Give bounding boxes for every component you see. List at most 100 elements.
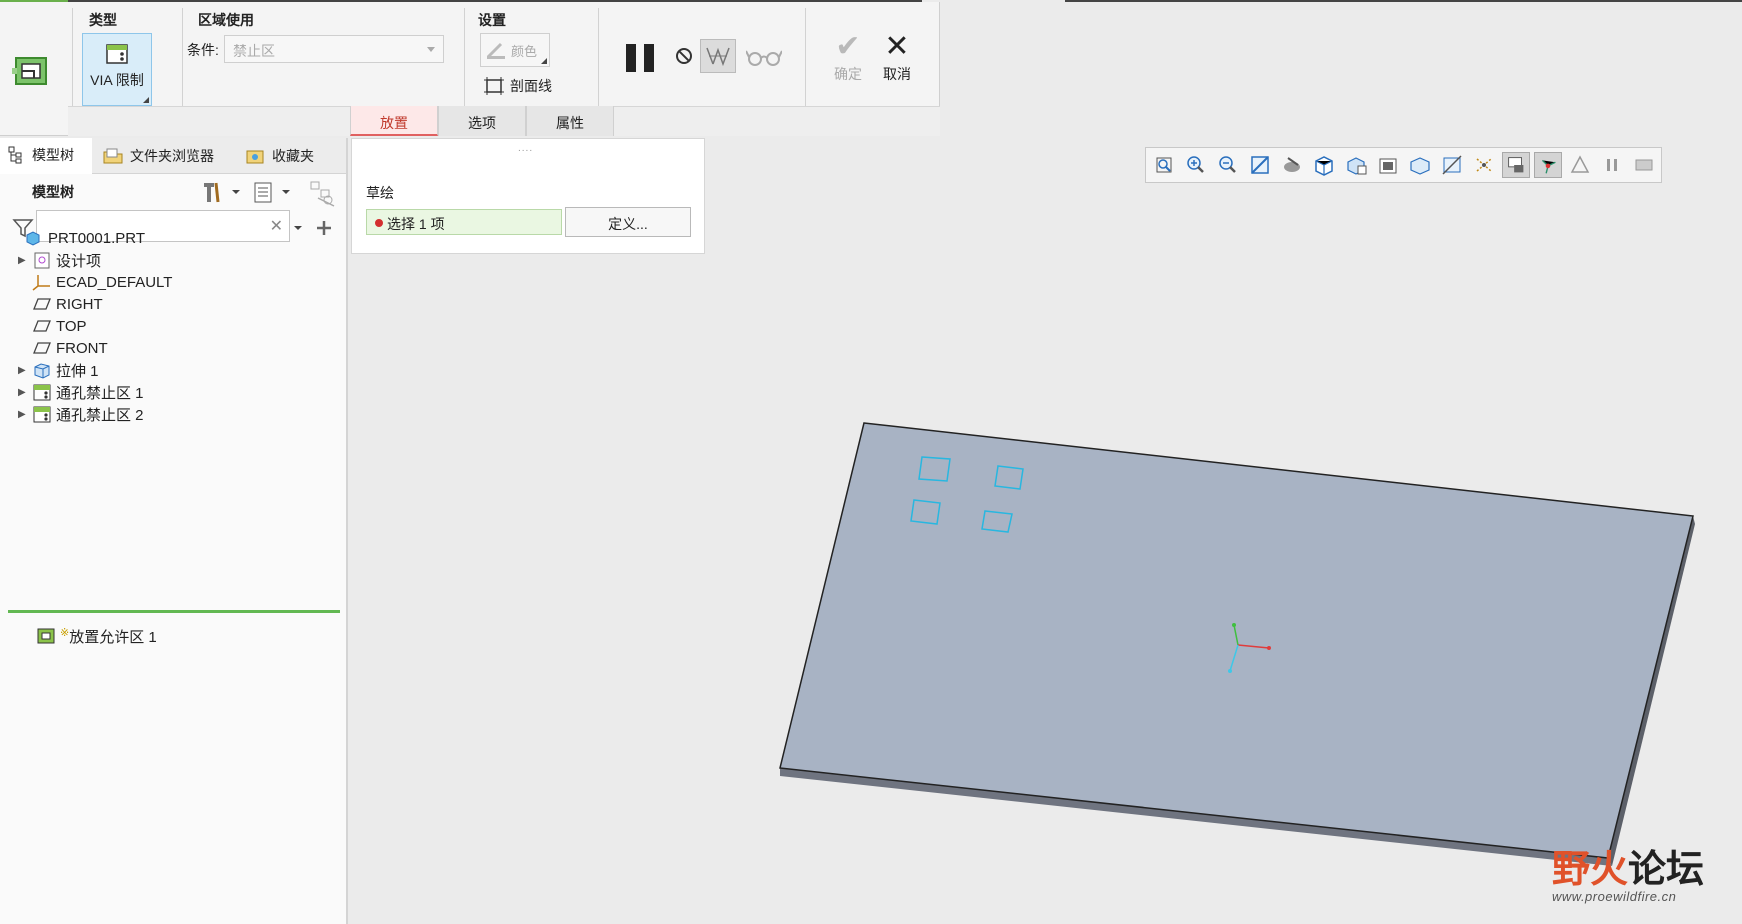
part-icon <box>24 229 44 247</box>
design-items-icon <box>32 251 52 269</box>
expand-arrow-icon[interactable]: ▶ <box>18 255 30 266</box>
navigator-panel: 模型树 文件夹浏览器 收藏夹 模型树 ✕ PRT0001.PRT ▶ 设计项 ECAD… <box>0 138 348 924</box>
render-icon[interactable] <box>1278 152 1306 178</box>
forum-watermark: 野火论坛 www.proewildfire.cn <box>1552 838 1704 904</box>
show-hide-icon[interactable] <box>308 180 338 208</box>
tree-item-label: RIGHT <box>56 295 103 313</box>
condition-select[interactable]: 禁止区 <box>224 35 444 63</box>
new-feature-row[interactable]: ※ 放置允许区 1 <box>20 624 157 648</box>
tree-settings-icon[interactable] <box>200 180 244 204</box>
new-feature-marker: ※ <box>60 626 70 639</box>
annotation-display-icon[interactable] <box>1502 152 1530 178</box>
perspective-icon[interactable] <box>1406 152 1434 178</box>
placement-panel: .... 草绘 选择 1 项 定义... <box>351 138 705 254</box>
via-keepout-icon <box>32 383 52 401</box>
glasses-icon[interactable] <box>746 48 782 66</box>
no-preview-icon[interactable] <box>676 48 692 64</box>
folder-browser-icon <box>103 148 123 164</box>
paint-brush-icon <box>486 42 505 59</box>
via-restriction-feature-icon <box>12 57 47 85</box>
condition-label: 条件: <box>187 42 219 58</box>
tree-item-label: 设计项 <box>56 252 102 270</box>
tab-favorites[interactable]: 收藏夹 <box>236 138 344 174</box>
datum-display-icon[interactable] <box>1470 152 1498 178</box>
define-button[interactable]: 定义... <box>565 207 691 237</box>
hidden-icon[interactable] <box>1630 152 1658 178</box>
csys-icon <box>32 273 52 291</box>
view-manager-icon[interactable] <box>1374 152 1402 178</box>
hatch-button[interactable]: 剖面线 <box>484 76 552 96</box>
cancel-button-label: 取消 <box>883 66 911 82</box>
add-icon[interactable] <box>314 218 334 238</box>
tab-placement[interactable]: 放置 <box>350 106 438 136</box>
insert-here-line[interactable] <box>8 610 340 613</box>
dropdown-corner-icon <box>143 97 149 103</box>
pause-animation-icon[interactable] <box>1598 152 1626 178</box>
tree-item[interactable]: ▶ 通孔禁止区 1 <box>0 380 144 404</box>
area-group-title: 区域使用 <box>198 12 254 28</box>
type-group-title: 类型 <box>89 12 117 28</box>
spin-center-icon[interactable] <box>1534 152 1562 178</box>
tab-folder-browser[interactable]: 文件夹浏览器 <box>94 138 234 174</box>
via-keepout-icon <box>106 44 128 64</box>
section-icon[interactable] <box>1438 152 1466 178</box>
display-style-icon[interactable] <box>1310 152 1338 178</box>
new-feature-label: 放置允许区 1 <box>69 628 157 646</box>
tab-model-tree[interactable]: 模型树 <box>0 138 92 174</box>
geometry-preview-icon <box>706 47 730 67</box>
tree-item[interactable]: FRONT <box>0 336 108 360</box>
tree-item[interactable]: ▶ 设计项 <box>0 248 101 272</box>
chevron-down-icon[interactable] <box>292 222 304 234</box>
tree-item-label: 拉伸 1 <box>56 362 99 380</box>
expand-arrow-icon[interactable]: ▶ <box>18 387 30 398</box>
top-progress-line-2 <box>1065 0 1742 2</box>
refit-icon[interactable] <box>1150 152 1178 178</box>
pause-icon[interactable] <box>626 44 654 72</box>
place-keepin-icon <box>36 627 56 645</box>
tree-item-label: FRONT <box>56 339 108 357</box>
tree-title: 模型树 <box>32 184 74 200</box>
expand-arrow-icon[interactable]: ▶ <box>18 409 30 420</box>
appearance-icon[interactable] <box>1566 152 1594 178</box>
tab-favorites-label: 收藏夹 <box>272 148 314 164</box>
verify-preview-button[interactable] <box>700 39 736 73</box>
type-button-label: VIA 限制 <box>90 72 144 88</box>
datum-plane-icon <box>32 339 52 357</box>
tree-item[interactable]: ECAD_DEFAULT <box>0 270 172 294</box>
hatch-button-label: 剖面线 <box>510 78 552 94</box>
panel-grip[interactable]: .... <box>518 143 533 154</box>
tree-item[interactable]: ▶ 通孔禁止区 2 <box>0 402 144 426</box>
ok-button[interactable]: ✔ 确定 <box>828 30 868 84</box>
tree-item[interactable]: RIGHT <box>0 292 103 316</box>
zoom-out-icon[interactable] <box>1214 152 1242 178</box>
chevron-down-icon <box>427 47 435 52</box>
collector-text: 选择 1 项 <box>387 216 445 232</box>
tree-item[interactable]: PRT0001.PRT <box>12 226 145 250</box>
color-button[interactable]: 颜色 <box>480 33 550 67</box>
tree-item[interactable]: ▶ 拉伸 1 <box>0 358 99 382</box>
graphics-window[interactable] <box>350 138 1742 924</box>
tree-item[interactable]: TOP <box>0 314 87 338</box>
tab-properties[interactable]: 属性 <box>526 106 614 136</box>
clear-icon[interactable]: ✕ <box>270 216 283 236</box>
expand-arrow-icon[interactable]: ▶ <box>18 365 30 376</box>
repaint-icon[interactable] <box>1246 152 1274 178</box>
tab-options[interactable]: 选项 <box>438 106 526 136</box>
tree-item-label: 通孔禁止区 1 <box>56 384 144 402</box>
cancel-button[interactable]: ✕ 取消 <box>877 30 917 84</box>
tree-columns-icon[interactable] <box>252 180 296 204</box>
saved-orientations-icon[interactable] <box>1342 152 1370 178</box>
watermark-title: 野火论坛 <box>1552 847 1705 891</box>
zoom-in-icon[interactable] <box>1182 152 1210 178</box>
sketch-label: 草绘 <box>366 185 394 201</box>
condition-value: 禁止区 <box>233 43 275 59</box>
via-keepout-icon <box>32 405 52 423</box>
ok-button-label: 确定 <box>834 66 862 82</box>
via-restriction-type-button[interactable]: VIA 限制 <box>82 33 152 106</box>
favorites-icon <box>246 150 264 164</box>
sketch-collector[interactable]: 选择 1 项 <box>366 209 562 235</box>
3d-model-view[interactable] <box>350 138 1742 924</box>
tree-item-label: TOP <box>56 317 87 335</box>
tree-item-label: ECAD_DEFAULT <box>56 273 173 291</box>
hatch-icon <box>484 77 504 95</box>
